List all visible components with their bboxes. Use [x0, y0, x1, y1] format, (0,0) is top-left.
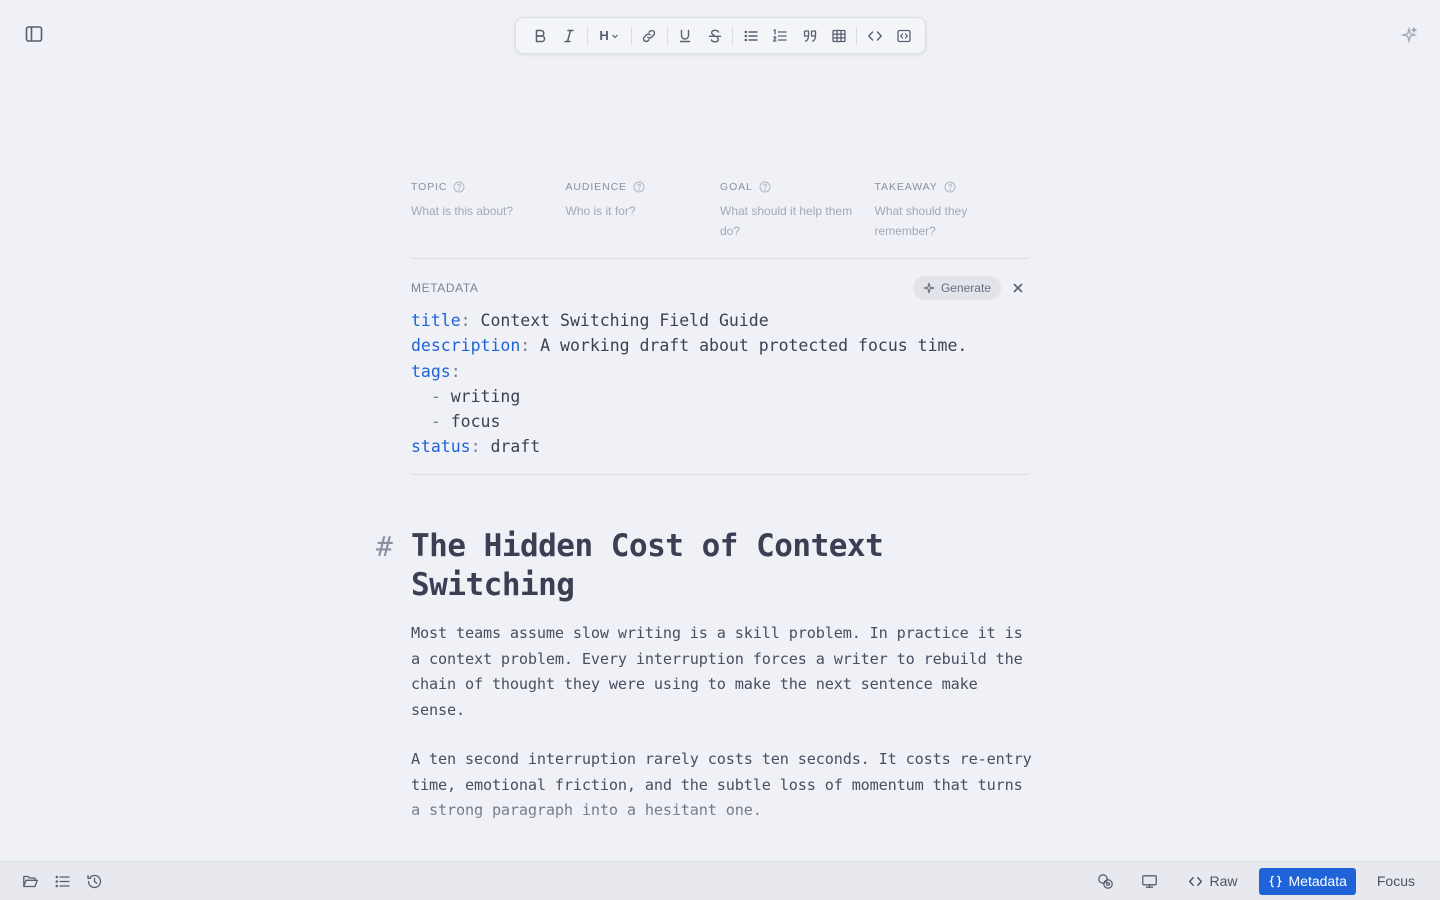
brief-topic: TOPIC What is this about?: [411, 180, 566, 241]
quote-button[interactable]: [797, 23, 822, 49]
bold-button[interactable]: [527, 23, 552, 49]
metadata-header: METADATA Generate: [411, 276, 1029, 300]
monitor-icon: [1141, 873, 1158, 890]
paragraph[interactable]: A ten second interruption rarely costs t…: [411, 747, 1033, 824]
underline-icon: [677, 28, 693, 44]
code-block-button[interactable]: [892, 23, 917, 49]
brief-takeaway: TAKEAWAY What should they remember?: [875, 180, 1030, 241]
yaml-tag-item: - focus: [411, 412, 501, 432]
metadata-editor[interactable]: title: Context Switching Field Guide desc…: [411, 308, 1029, 475]
toolbar-divider: [630, 26, 632, 45]
sidebar-panel-icon: [24, 24, 44, 44]
open-file-button[interactable]: [16, 867, 44, 895]
preview-button[interactable]: [1135, 867, 1163, 895]
yaml-value: draft: [490, 437, 541, 457]
brief-goal: GOAL What should it help them do?: [720, 180, 875, 241]
strikethrough-button[interactable]: [702, 23, 727, 49]
history-button[interactable]: [80, 867, 108, 895]
table-button[interactable]: [826, 23, 851, 49]
focus-mode-button[interactable]: Focus: [1368, 868, 1424, 895]
link-icon: [641, 28, 657, 44]
yaml-value: focus: [450, 412, 501, 432]
help-icon[interactable]: [453, 181, 465, 193]
focus-mode-label: Focus: [1376, 873, 1415, 889]
help-icon[interactable]: [944, 181, 956, 193]
sparkle-icon: [1400, 26, 1418, 44]
link-button[interactable]: [637, 23, 662, 49]
generate-button[interactable]: Generate: [912, 276, 1001, 300]
yaml-key: description: [411, 336, 521, 356]
toolbar-divider: [586, 26, 588, 45]
yaml-key: status: [411, 437, 471, 457]
code-block-icon: [896, 28, 912, 44]
bold-icon: [532, 28, 548, 44]
toolbar-divider: [856, 26, 858, 45]
underline-button[interactable]: [673, 23, 698, 49]
bullet-list-icon: [743, 28, 759, 44]
color-palette-icon: [1097, 873, 1114, 890]
yaml-line-title: title: Context Switching Field Guide: [411, 311, 769, 330]
table-icon: [831, 28, 847, 44]
code-icon: [867, 28, 883, 44]
raw-mode-button[interactable]: Raw: [1179, 868, 1246, 895]
raw-mode-label: Raw: [1209, 873, 1238, 889]
italic-icon: [561, 28, 577, 44]
brief-goal-label: GOAL: [720, 181, 753, 193]
close-icon: [1013, 283, 1023, 293]
close-metadata-button[interactable]: [1007, 277, 1029, 299]
heading-icon: H: [599, 28, 609, 43]
heading-marker: #: [376, 530, 393, 563]
toolbar-divider: [732, 26, 734, 45]
goal-input[interactable]: What should it help them do?: [720, 201, 859, 241]
formatting-toolbar: H: [515, 17, 926, 54]
folder-open-icon: [22, 873, 39, 890]
metadata-heading: METADATA: [411, 281, 479, 295]
bullet-list-button[interactable]: [738, 23, 763, 49]
brief-audience: AUDIENCE Who is it for?: [566, 180, 721, 241]
metadata-mode-label: Metadata: [1288, 873, 1347, 889]
code-icon: [1188, 874, 1203, 889]
takeaway-input[interactable]: What should they remember?: [875, 201, 1014, 241]
numbered-list-icon: [772, 28, 788, 44]
toolbar-divider: [666, 26, 668, 45]
audience-input[interactable]: Who is it for?: [566, 201, 705, 221]
help-icon[interactable]: [633, 181, 645, 193]
writing-brief: TOPIC What is this about? AUDIENCE Who i…: [411, 180, 1029, 259]
help-icon[interactable]: [759, 181, 771, 193]
status-bar: Raw Metadata Focus: [0, 861, 1440, 900]
yaml-tag-item: - writing: [411, 386, 521, 406]
yaml-line-description: description: A working draft about prote…: [411, 336, 968, 356]
heading-dropdown[interactable]: H: [593, 23, 626, 49]
sparkle-icon: [923, 282, 935, 294]
yaml-line-tags: tags:: [411, 361, 461, 381]
yaml-key: tags: [411, 361, 451, 381]
topic-input[interactable]: What is this about?: [411, 201, 550, 221]
yaml-value: A working draft about protected focus ti…: [540, 336, 968, 356]
brief-takeaway-label: TAKEAWAY: [874, 181, 938, 193]
italic-button[interactable]: [556, 23, 581, 49]
yaml-value: Context Switching Field Guide: [480, 311, 769, 330]
brief-topic-label: TOPIC: [411, 181, 448, 193]
numbered-list-button[interactable]: [768, 23, 793, 49]
paragraph[interactable]: Most teams assume slow writing is a skil…: [411, 621, 1033, 723]
generate-label: Generate: [940, 281, 991, 295]
metadata-mode-button[interactable]: Metadata: [1258, 867, 1356, 895]
quote-icon: [802, 28, 818, 44]
brief-audience-label: AUDIENCE: [565, 181, 627, 193]
theme-button[interactable]: [1091, 867, 1119, 895]
chevron-down-icon: [611, 32, 619, 40]
inline-code-button[interactable]: [862, 23, 887, 49]
yaml-value: writing: [450, 386, 521, 406]
braces-icon: [1268, 874, 1283, 889]
document-title[interactable]: The Hidden Cost of Context Switching: [411, 527, 1031, 605]
yaml-key: title: [411, 311, 461, 330]
outline-list-icon: [54, 873, 71, 890]
sidebar-toggle-button[interactable]: [22, 22, 46, 46]
yaml-line-status: status: draft: [411, 437, 541, 457]
assistant-button[interactable]: [1398, 24, 1420, 46]
history-icon: [86, 873, 103, 890]
strikethrough-icon: [707, 28, 723, 44]
outline-button[interactable]: [48, 867, 76, 895]
